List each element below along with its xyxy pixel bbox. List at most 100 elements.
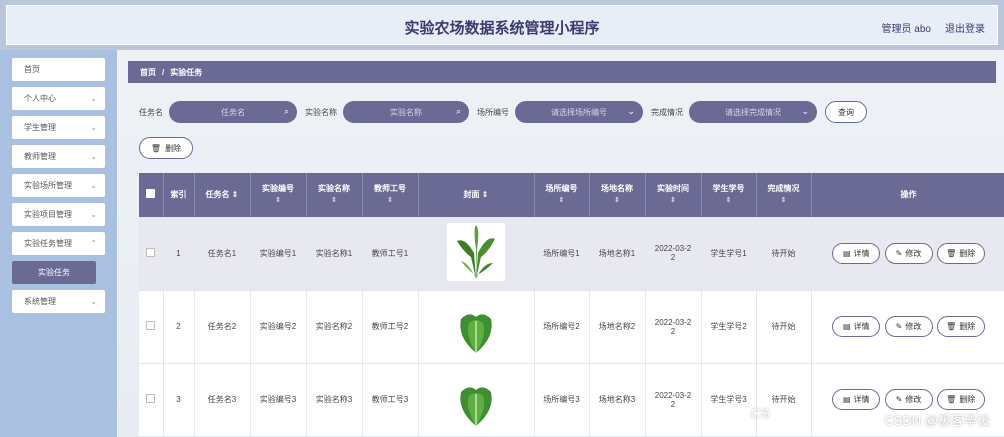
header-time[interactable]: 实验时间 ⇕ bbox=[645, 173, 702, 217]
main-content: 首页 / 实验任务 任务名 任务名 ⌕ 实验名称 实验名称 ⌕ 场所编号 请选择… bbox=[117, 50, 1004, 437]
chevron-down-icon: ⌄ bbox=[90, 152, 97, 161]
sort-icon[interactable]: ⇕ bbox=[232, 190, 239, 199]
cell-student: 学生学号2 bbox=[701, 290, 757, 364]
task-name-input[interactable]: 任务名 ⌕ bbox=[169, 101, 297, 123]
sort-icon[interactable]: ⇕ bbox=[646, 195, 701, 207]
sort-icon[interactable]: ⇕ bbox=[702, 195, 756, 207]
sort-icon[interactable]: ⇕ bbox=[307, 195, 362, 207]
sidebar-item-places[interactable]: 实验场所管理 ⌄ bbox=[12, 174, 105, 197]
breadcrumb-separator: / bbox=[162, 67, 165, 77]
breadcrumb-home[interactable]: 首页 bbox=[140, 67, 156, 78]
checkbox[interactable] bbox=[146, 247, 156, 257]
cell-student: 学生学号3 bbox=[701, 363, 757, 437]
cell-teacher: 教师工号2 bbox=[362, 290, 419, 364]
header-place-name[interactable]: 场地名称 ⇕ bbox=[589, 173, 646, 217]
delete-button[interactable]: 🗑 删除 bbox=[936, 242, 985, 264]
place-no-select[interactable]: 请选择场所编号 ⌄ bbox=[515, 101, 643, 123]
cell-exp-name: 实验名称3 bbox=[306, 363, 363, 437]
sidebar-subitem-tasks[interactable]: 实验任务 bbox=[12, 261, 96, 284]
header-exp-no[interactable]: 实验编号 ⇕ bbox=[250, 173, 307, 217]
header-select-all[interactable] bbox=[139, 173, 164, 217]
header-student[interactable]: 学生学号 ⇕ bbox=[701, 173, 757, 217]
cell-time: 2022-03-2 2 bbox=[645, 290, 702, 364]
checkbox[interactable] bbox=[146, 188, 156, 198]
checkbox[interactable] bbox=[146, 321, 156, 330]
sort-icon[interactable]: ⇕ bbox=[590, 195, 645, 207]
cell-exp-no: 实验编号2 bbox=[250, 290, 307, 364]
app-header: 实验农场数据系统管理小程序 管理员 abo 退出登录 bbox=[0, 0, 1004, 50]
header-cover[interactable]: 封面 ⇕ bbox=[418, 173, 535, 217]
sort-icon[interactable]: ⇕ bbox=[363, 195, 418, 207]
header-exp-name[interactable]: 实验名称 ⇕ bbox=[306, 173, 363, 217]
header-status[interactable]: 完成情况 ⇕ bbox=[756, 173, 812, 217]
detail-button[interactable]: ▤ 详情 bbox=[832, 242, 881, 264]
cell-exp-no: 实验编号3 bbox=[250, 363, 307, 437]
cell-status: 待开始 bbox=[756, 290, 812, 364]
sort-icon[interactable]: ⇕ bbox=[251, 195, 306, 207]
sidebar-item-system[interactable]: 系统管理 ⌄ bbox=[12, 290, 105, 313]
status-select[interactable]: 请选择完成情况 ⌄ bbox=[689, 101, 817, 123]
sort-icon[interactable]: ⇕ bbox=[535, 195, 589, 207]
pencil-icon: ✎ bbox=[895, 248, 903, 258]
cell-time: 2022-03-2 2 bbox=[645, 217, 702, 291]
header-task-name[interactable]: 任务名 ⇕ bbox=[194, 173, 251, 217]
cell-place-name: 场地名称1 bbox=[589, 217, 646, 291]
row-checkbox-cell[interactable] bbox=[139, 290, 164, 364]
detail-button[interactable]: ▤ 详情 bbox=[832, 316, 881, 337]
chevron-down-icon: ⌄ bbox=[90, 210, 97, 219]
cell-task: 任务名2 bbox=[194, 290, 251, 364]
trash-icon: 🗑 bbox=[150, 143, 162, 153]
sidebar: 首页 个人中心 ⌄ 学生管理 ⌄ 教师管理 ⌄ 实验场所管理 ⌄ 实验项目管理 ⌄ 实验任… bbox=[0, 50, 117, 437]
current-user: 管理员 abo bbox=[881, 24, 931, 35]
watermark-cs: CS bbox=[750, 405, 770, 421]
checkbox[interactable] bbox=[146, 394, 156, 403]
detail-button[interactable]: ▤ 详情 bbox=[832, 389, 881, 410]
cell-place-name: 场地名称3 bbox=[589, 363, 646, 437]
chevron-up-icon: ⌃ bbox=[90, 239, 97, 248]
sidebar-item-tasks[interactable]: 实验任务管理 ⌃ bbox=[12, 232, 105, 255]
row-checkbox-cell[interactable] bbox=[139, 217, 164, 291]
search-row: 任务名 任务名 ⌕ 实验名称 实验名称 ⌕ 场所编号 请选择场所编号 ⌄ 完成情… bbox=[139, 101, 867, 123]
query-button[interactable]: 查询 bbox=[825, 101, 867, 123]
vegetable-image bbox=[447, 223, 505, 282]
logout-link[interactable]: 退出登录 bbox=[945, 20, 985, 35]
sidebar-item-students[interactable]: 学生管理 ⌄ bbox=[12, 116, 105, 139]
exp-name-input[interactable]: 实验名称 ⌕ bbox=[343, 101, 469, 123]
chevron-down-icon: ⌄ bbox=[90, 297, 97, 306]
header-actions: 操作 bbox=[811, 173, 1004, 217]
header-teacher[interactable]: 教师工号 ⇕ bbox=[362, 173, 419, 217]
sidebar-item-projects[interactable]: 实验项目管理 ⌄ bbox=[12, 203, 105, 226]
cell-exp-name: 实验名称1 bbox=[306, 217, 363, 291]
chevron-down-icon: ⌄ bbox=[90, 181, 97, 190]
trash-icon: 🗑 bbox=[946, 248, 957, 258]
search-icon: ⌕ bbox=[283, 106, 289, 116]
cell-actions: ▤ 详情 ✎ 修改 🗑 删除 bbox=[811, 290, 1004, 364]
cell-task: 任务名1 bbox=[194, 217, 251, 291]
table-row: 1 任务名1 实验编号1 实验名称1 教师工号1 场所编号1 场地名称1 202… bbox=[139, 217, 1004, 291]
chevron-down-icon: ⌄ bbox=[90, 123, 97, 132]
sort-icon[interactable]: ⇕ bbox=[482, 190, 489, 199]
sidebar-item-home[interactable]: 首页 bbox=[12, 58, 105, 81]
header-place-no[interactable]: 场所编号 ⇕ bbox=[534, 173, 590, 217]
batch-delete-button[interactable]: 🗑 删除 bbox=[139, 137, 193, 159]
edit-button[interactable]: ✎ 修改 bbox=[884, 242, 933, 264]
delete-button[interactable]: 🗑 删除 bbox=[936, 316, 985, 337]
delete-button[interactable]: 🗑 删除 bbox=[936, 389, 985, 410]
table-row: 2 任务名2 实验编号2 实验名称2 教师工号2 场所编号2 场地名称2 202… bbox=[139, 290, 1004, 364]
table-row: 3 任务名3 实验编号3 实验名称3 教师工号3 场所编号3 场地名称3 202… bbox=[139, 363, 1004, 437]
sort-icon[interactable]: ⇕ bbox=[757, 195, 811, 207]
search-icon: ⌕ bbox=[455, 106, 461, 116]
cell-cover bbox=[418, 363, 535, 437]
cell-place-no: 场所编号1 bbox=[534, 217, 590, 291]
sidebar-item-profile[interactable]: 个人中心 ⌄ bbox=[12, 87, 105, 110]
breadcrumb-current: 实验任务 bbox=[170, 67, 203, 77]
sidebar-item-teachers[interactable]: 教师管理 ⌄ bbox=[12, 145, 105, 168]
row-checkbox-cell[interactable] bbox=[139, 363, 164, 437]
label-task-name: 任务名 bbox=[139, 107, 163, 117]
document-icon: ▤ bbox=[842, 248, 851, 258]
edit-button[interactable]: ✎ 修改 bbox=[884, 316, 933, 337]
table-header-row: 索引 任务名 ⇕ 实验编号 ⇕ 实验名称 ⇕ 教师工号 ⇕ 封面 ⇕ 场所编号 ⇕ 场地… bbox=[139, 173, 1004, 217]
label-place-no: 场所编号 bbox=[477, 107, 509, 117]
cell-index: 3 bbox=[163, 363, 195, 437]
edit-button[interactable]: ✎ 修改 bbox=[884, 389, 933, 410]
